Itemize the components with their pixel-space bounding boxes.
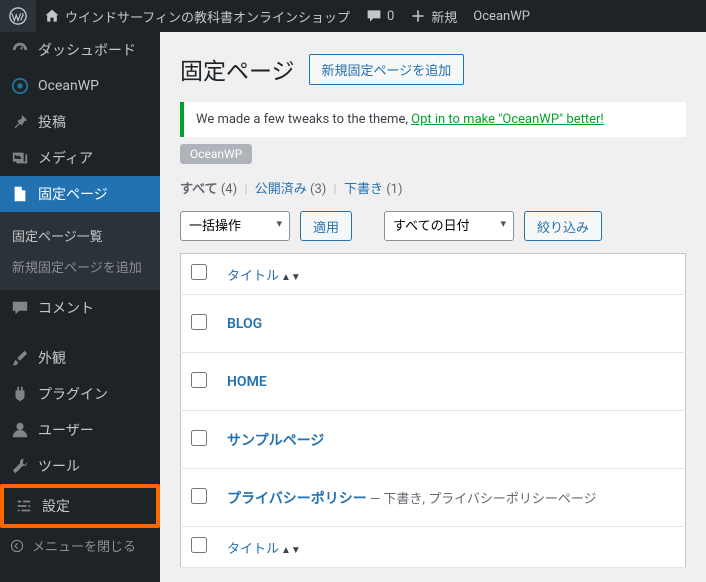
menu-label: 外観 (38, 348, 66, 368)
filter-all[interactable]: すべて (180, 182, 218, 197)
table-row: プライバシーポリシー — 下書き, プライバシーポリシーページ (181, 469, 686, 527)
comments-count: 0 (387, 9, 394, 24)
site-name-text: ウインドサーフィンの教科書オンラインショップ (65, 7, 350, 26)
status-filters: すべて (4) | 公開済み (3) | 下書き (1) (180, 178, 686, 197)
user-menu[interactable]: OceanWP (465, 0, 538, 32)
filter-published-count: (3) (310, 182, 326, 197)
user-icon (10, 420, 30, 440)
tablenav-top: 一括操作 適用 すべての日付 絞り込み (180, 211, 686, 241)
sort-icon: ▲▼ (281, 545, 301, 556)
filter-button[interactable]: 絞り込み (524, 211, 602, 241)
page-title-link[interactable]: BLOG (227, 316, 262, 332)
oceanwp-notice: We made a few tweaks to the theme, Opt i… (180, 102, 686, 137)
column-title-header[interactable]: タイトル▲▼ (217, 254, 686, 295)
menu-pages[interactable]: 固定ページ (0, 176, 160, 212)
sliders-icon (14, 496, 34, 516)
comments-link[interactable]: 0 (358, 0, 402, 32)
row-checkbox[interactable] (191, 372, 207, 388)
menu-label: 設定 (42, 496, 70, 516)
submenu-pages: 固定ページ一覧 新規固定ページを追加 (0, 212, 160, 290)
notice-optin-link[interactable]: Opt in to make "OceanWP" better! (411, 112, 604, 127)
notice-text: We made a few tweaks to the theme, (196, 112, 411, 127)
page-title-link[interactable]: サンプルページ (227, 433, 324, 449)
sort-icon: ▲▼ (281, 272, 301, 283)
page-icon (10, 184, 30, 204)
plus-icon (410, 8, 426, 24)
menu-users[interactable]: ユーザー (0, 412, 160, 448)
page-title-link[interactable]: プライバシーポリシー (227, 491, 367, 507)
submenu-pages-new[interactable]: 新規固定ページを追加 (0, 251, 160, 282)
row-checkbox[interactable] (191, 488, 207, 504)
comment-icon (10, 298, 30, 318)
media-icon (10, 148, 30, 168)
row-checkbox[interactable] (191, 314, 207, 330)
menu-label: 投稿 (38, 112, 66, 132)
table-row: HOME (181, 353, 686, 411)
menu-label: OceanWP (38, 78, 99, 94)
filter-draft-count: (1) (386, 182, 402, 197)
new-content-link[interactable]: 新規 (402, 0, 465, 32)
apply-button[interactable]: 適用 (300, 211, 352, 241)
menu-appearance[interactable]: 外観 (0, 340, 160, 376)
settings-highlight: 設定 (0, 484, 160, 528)
menu-label: 固定ページ (38, 184, 108, 204)
submenu-pages-list[interactable]: 固定ページ一覧 (0, 220, 160, 251)
date-filter-select[interactable]: すべての日付 (384, 211, 514, 241)
menu-media[interactable]: メディア (0, 140, 160, 176)
pages-table: タイトル▲▼ BLOG HOME サンプルページプライバシーポリシー — 下書き, … (180, 253, 686, 568)
admin-sidebar: ダッシュボード OceanWP 投稿 メディア 固定ページ 固定ページ一覧 新規… (0, 32, 160, 582)
collapse-icon (10, 539, 24, 553)
menu-settings[interactable]: 設定 (4, 488, 156, 524)
oceanwp-tag[interactable]: OceanWP (180, 144, 252, 164)
dashboard-icon (10, 40, 30, 60)
filter-published[interactable]: 公開済み (255, 182, 307, 197)
select-all-checkbox-footer[interactable] (191, 537, 207, 553)
page-title: 固定ページ (180, 52, 295, 86)
menu-label: ツール (38, 456, 80, 476)
wordpress-icon (8, 6, 28, 26)
plugin-icon (10, 384, 30, 404)
page-state: — 下書き, プライバシーポリシーページ (367, 492, 597, 507)
menu-label: メディア (38, 148, 93, 168)
menu-label: プラグイン (38, 384, 108, 404)
menu-collapse[interactable]: メニューを閉じる (0, 528, 160, 563)
menu-comments[interactable]: コメント (0, 290, 160, 326)
menu-label: ダッシュボード (38, 40, 136, 60)
wp-logo-menu[interactable] (0, 0, 36, 32)
page-title-link[interactable]: HOME (227, 374, 267, 390)
filter-draft[interactable]: 下書き (344, 182, 383, 197)
select-all-checkbox[interactable] (191, 264, 207, 280)
new-label: 新規 (431, 7, 457, 26)
oceanwp-icon (10, 76, 30, 96)
bulk-action-select[interactable]: 一括操作 (180, 211, 290, 241)
wrench-icon (10, 456, 30, 476)
add-new-page-button[interactable]: 新規固定ページを追加 (309, 54, 465, 85)
menu-label: ユーザー (38, 420, 94, 440)
main-content: 固定ページ 新規固定ページを追加 We made a few tweaks to… (160, 32, 706, 582)
menu-dashboard[interactable]: ダッシュボード (0, 32, 160, 68)
home-icon (44, 8, 60, 24)
menu-posts[interactable]: 投稿 (0, 104, 160, 140)
comment-icon (366, 8, 382, 24)
menu-plugins[interactable]: プラグイン (0, 376, 160, 412)
collapse-label: メニューを閉じる (32, 536, 136, 555)
site-name-link[interactable]: ウインドサーフィンの教科書オンラインショップ (36, 0, 358, 32)
menu-oceanwp[interactable]: OceanWP (0, 68, 160, 104)
filter-all-count: (4) (221, 182, 237, 197)
user-label: OceanWP (473, 9, 530, 24)
brush-icon (10, 348, 30, 368)
admin-topbar: ウインドサーフィンの教科書オンラインショップ 0 新規 OceanWP (0, 0, 706, 32)
table-row: サンプルページ (181, 411, 686, 469)
column-title-footer[interactable]: タイトル▲▼ (217, 527, 686, 568)
pin-icon (10, 112, 30, 132)
menu-tools[interactable]: ツール (0, 448, 160, 484)
menu-label: コメント (38, 298, 94, 318)
table-row: BLOG (181, 295, 686, 353)
row-checkbox[interactable] (191, 430, 207, 446)
